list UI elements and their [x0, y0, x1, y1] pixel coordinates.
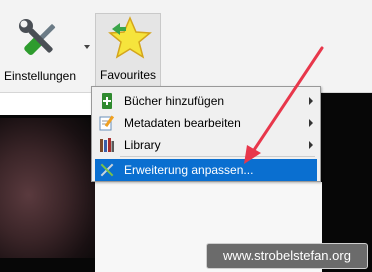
annotation-arrow — [244, 46, 324, 164]
watermark: www.strobelstefan.org — [206, 243, 368, 269]
